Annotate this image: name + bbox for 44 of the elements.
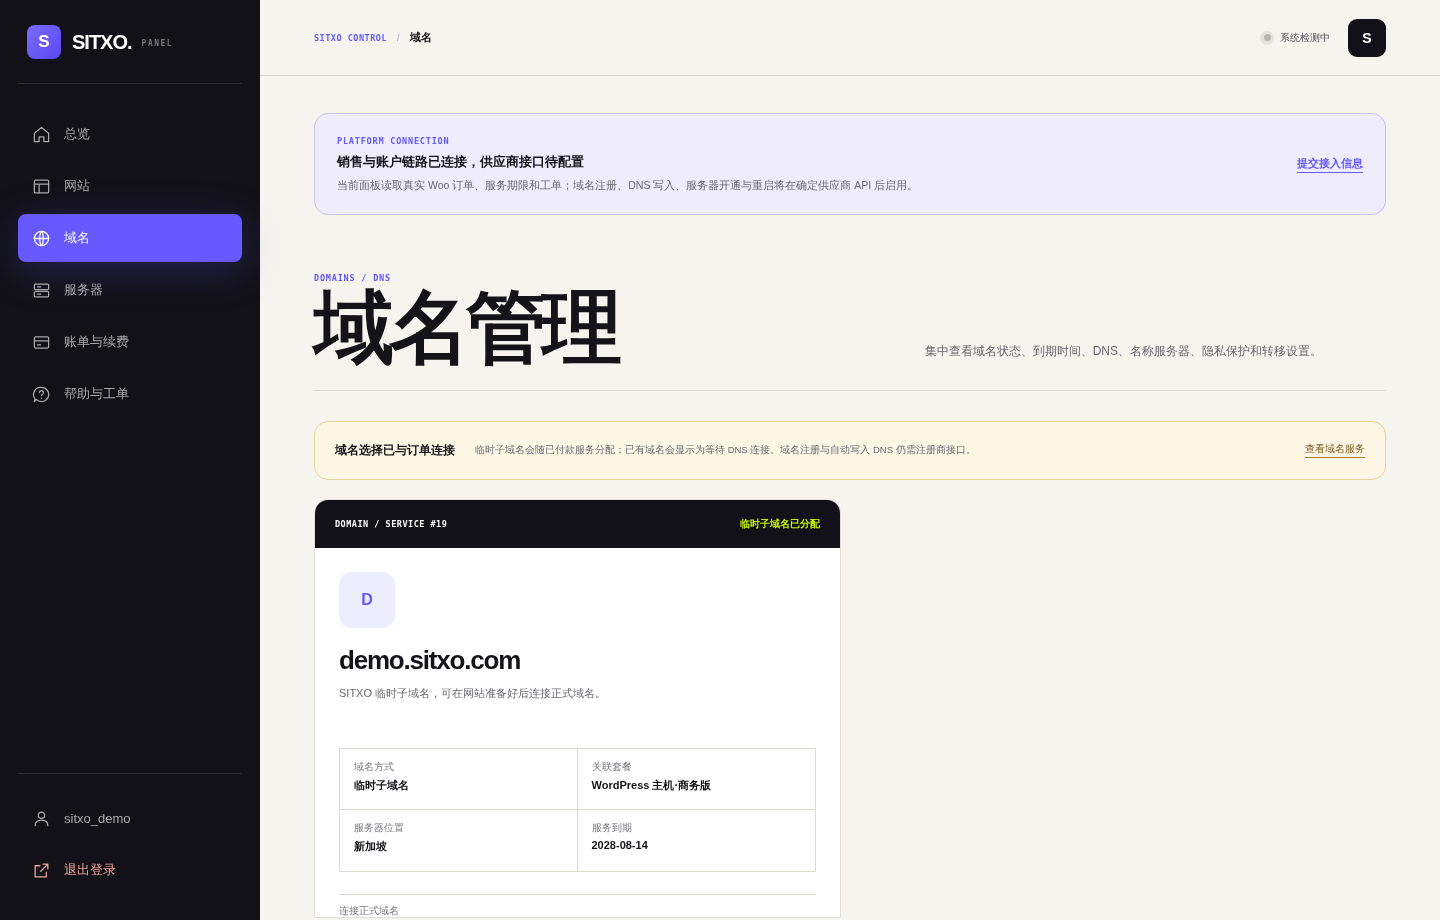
nav-item[interactable]: 网站 <box>18 162 242 210</box>
submit-link[interactable]: 提交接入信息 <box>1297 155 1363 173</box>
page-eyebrow: DOMAINS / DNS <box>314 273 392 283</box>
field-label: 域名方式 <box>354 761 395 773</box>
breadcrumb-current: 域名 <box>409 30 432 45</box>
nav-item[interactable]: 总览 <box>18 110 242 158</box>
domain-name: demo.sitxo.com <box>339 645 522 676</box>
field-value: 临时子域名 <box>354 778 410 793</box>
nav-item[interactable]: 服务器 <box>18 266 242 314</box>
nav-item[interactable]: 帮助与工单 <box>18 370 242 418</box>
logout-item[interactable]: 退出登录 <box>18 846 242 894</box>
card-status: 临时子域名已分配 <box>740 517 820 531</box>
account-button[interactable]: S <box>1348 18 1386 57</box>
section-label: 连接正式域名 <box>339 905 400 917</box>
field-value: 新加坡 <box>354 839 388 854</box>
field-value: WordPress 主机·商务版 <box>591 778 713 793</box>
field-label: 服务器位置 <box>354 822 405 834</box>
banner-text: 临时子域名会随已付款服务分配；已有域名会显示为等待 DNS 连接。域名注册与自动写入 DNS 仍需注册商接口。 <box>475 444 977 457</box>
field-value: 2028-08-14 <box>591 839 649 851</box>
help-icon <box>32 384 51 404</box>
brand-name: SITXO. <box>72 30 132 54</box>
status-dot-icon <box>1260 30 1274 45</box>
brand-tag: PANEL <box>141 38 174 48</box>
view-domain-link[interactable]: 查看域名服务 <box>1305 443 1365 458</box>
home-icon <box>32 124 51 144</box>
globe-icon <box>32 228 51 248</box>
notice-title: 销售与账户链路已连接，供应商接口待配置 <box>337 152 585 171</box>
user-item[interactable]: sitxo_demo <box>18 794 242 842</box>
domain-letter-badge: D <box>339 572 395 628</box>
status-text: 系统检测中 <box>1280 30 1330 45</box>
page-title: 域名管理 <box>314 288 618 370</box>
notice-text: 当前面板读取真实 Woo 订单、服务期限和工单；域名注册、DNS 写入、服务器开通与重启将在确定供应商 API 后启用。 <box>337 178 919 193</box>
domain-description: SITXO 临时子域名，可在网站准备好后连接正式域名。 <box>339 686 608 701</box>
card-label: DOMAIN / SERVICE #19 <box>335 519 448 529</box>
banner-title: 域名选择已与订单连接 <box>335 442 455 459</box>
field-label: 服务到期 <box>591 822 633 834</box>
nav-item[interactable]: 域名 <box>18 214 242 262</box>
nav-item[interactable]: 账单与续费 <box>18 318 242 366</box>
page-description: 集中查看域名状态、到期时间、DNS、名称服务器、隐私保护和转移设置。 <box>924 343 1322 360</box>
breadcrumb-separator: / <box>397 32 400 43</box>
breadcrumb-link[interactable]: SITXO CONTROL <box>314 32 388 43</box>
notice-eyebrow: PLATFORM CONNECTION <box>337 135 451 146</box>
logo-mark: S <box>27 25 61 59</box>
field-label: 关联套餐 <box>591 761 633 773</box>
